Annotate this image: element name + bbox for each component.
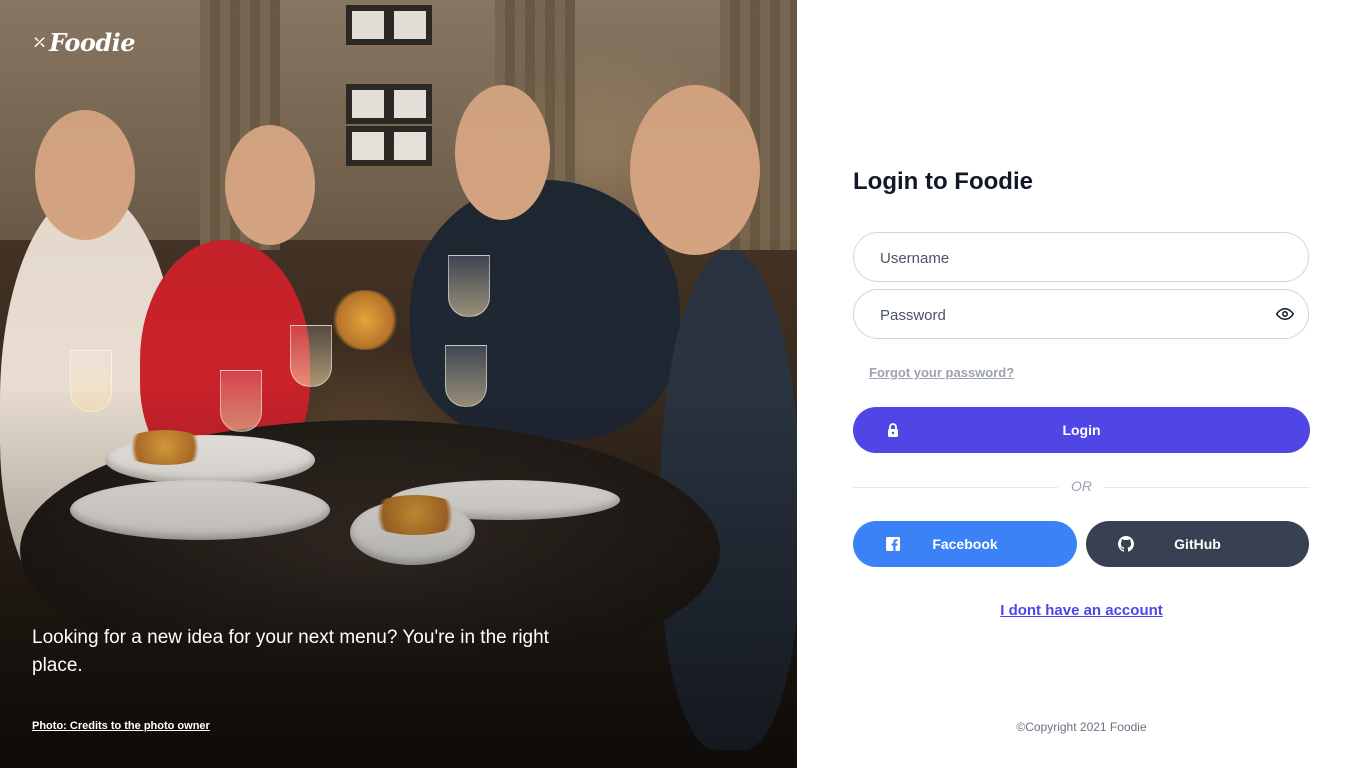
hero-panel: ⤫ Foodie Looking for a new idea for your… bbox=[0, 0, 797, 768]
logo[interactable]: ⤫ Foodie bbox=[32, 28, 136, 57]
lock-icon bbox=[888, 423, 898, 437]
or-divider: OR bbox=[853, 478, 1310, 496]
chef-whisk-icon: ⤫ bbox=[32, 31, 48, 53]
hero-tagline: Looking for a new idea for your next men… bbox=[32, 627, 549, 676]
logo-text: Foodie bbox=[49, 28, 136, 57]
password-input[interactable] bbox=[878, 290, 1262, 340]
eye-icon[interactable] bbox=[1276, 305, 1294, 323]
page-title: Login to Foodie bbox=[853, 168, 1033, 195]
or-text: OR bbox=[1071, 478, 1092, 494]
username-input[interactable] bbox=[878, 233, 1262, 283]
github-login-button[interactable]: GitHub bbox=[1086, 521, 1309, 567]
github-icon bbox=[1118, 536, 1134, 552]
forgot-password-link[interactable]: Forgot your password? bbox=[869, 365, 1014, 380]
login-panel: Login to Foodie Forgot your password? Lo… bbox=[797, 0, 1366, 768]
copyright-text: ©Copyright 2021 Foodie bbox=[1016, 720, 1147, 734]
photo-credit-link[interactable]: Photo: Credits to the photo owner bbox=[32, 720, 210, 732]
facebook-button-label: Facebook bbox=[932, 536, 998, 552]
facebook-login-button[interactable]: Facebook bbox=[853, 521, 1077, 567]
login-button[interactable]: Login bbox=[853, 407, 1310, 453]
signup-link[interactable]: I dont have an account bbox=[853, 602, 1310, 619]
facebook-icon bbox=[886, 537, 900, 551]
password-field[interactable] bbox=[853, 289, 1309, 340]
login-button-label: Login bbox=[1062, 422, 1101, 438]
username-field[interactable] bbox=[853, 232, 1309, 283]
login-page: ⤫ Foodie Looking for a new idea for your… bbox=[0, 0, 1366, 768]
github-button-label: GitHub bbox=[1174, 536, 1221, 552]
